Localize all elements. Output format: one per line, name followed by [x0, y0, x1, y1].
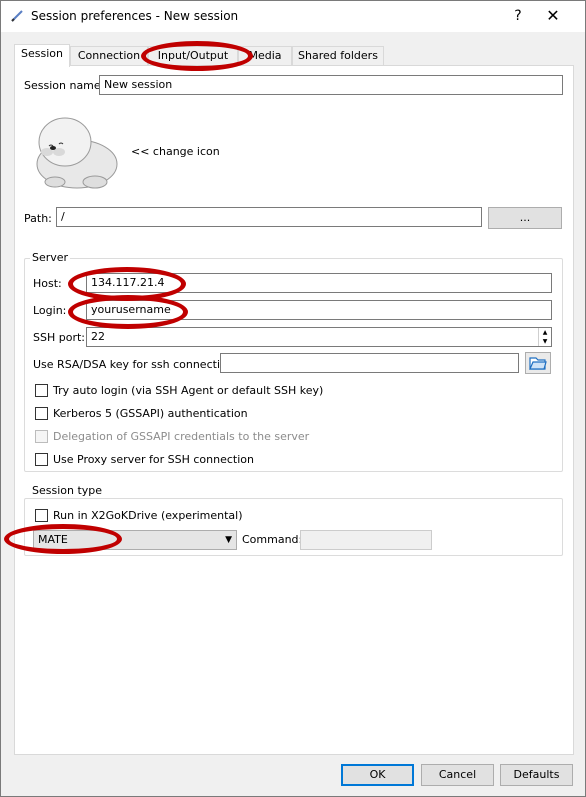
folder-open-icon — [529, 357, 547, 370]
title-bar: Session preferences - New session ? ✕ — [1, 1, 585, 32]
host-input[interactable]: 134.117.21.4 — [86, 273, 552, 293]
login-label: Login: — [33, 304, 67, 317]
command-input — [300, 530, 432, 550]
close-button[interactable]: ✕ — [541, 4, 565, 28]
open-key-button[interactable] — [525, 352, 551, 374]
cancel-button[interactable]: Cancel — [421, 764, 494, 786]
proxy-checkbox[interactable] — [35, 453, 48, 466]
x2godrive-checkbox[interactable] — [35, 509, 48, 522]
tab-session[interactable]: Session — [14, 44, 70, 67]
path-input[interactable]: / — [56, 207, 482, 227]
ssh-port-value: 22 — [91, 330, 105, 343]
login-input[interactable]: yourusername — [86, 300, 552, 320]
session-type-select[interactable]: MATE ▼ — [33, 530, 237, 550]
browse-path-button[interactable]: ... — [488, 207, 562, 229]
auto-login-label: Try auto login (via SSH Agent or default… — [53, 384, 324, 397]
kerberos-label: Kerberos 5 (GSSAPI) authentication — [53, 407, 248, 420]
session-type-group-title: Session type — [30, 484, 105, 497]
session-name-label: Session name: — [24, 79, 105, 92]
host-label: Host: — [33, 277, 62, 290]
path-label: Path: — [24, 212, 52, 225]
tab-input-output[interactable]: Input/Output — [148, 46, 238, 66]
ssh-port-spinner[interactable]: ▲ ▼ — [538, 328, 551, 346]
proxy-label: Use Proxy server for SSH connection — [53, 453, 254, 466]
delegation-label: Delegation of GSSAPI credentials to the … — [53, 430, 310, 443]
spin-up-icon[interactable]: ▲ — [539, 328, 551, 337]
rsa-key-label: Use RSA/DSA key for ssh connection: — [33, 358, 238, 371]
kerberos-checkbox[interactable] — [35, 407, 48, 420]
pencil-icon — [11, 10, 23, 22]
rsa-key-input[interactable] — [220, 353, 519, 373]
tab-media[interactable]: Media — [238, 46, 292, 66]
tab-shared-folders[interactable]: Shared folders — [292, 46, 384, 66]
ssh-port-label: SSH port: — [33, 331, 85, 344]
defaults-button[interactable]: Defaults — [500, 764, 573, 786]
seal-icon[interactable] — [25, 108, 119, 192]
ssh-port-input[interactable]: 22 ▲ ▼ — [86, 327, 552, 347]
help-button[interactable]: ? — [506, 4, 530, 28]
chevron-down-icon: ▼ — [225, 535, 232, 545]
command-label: Command: — [242, 533, 303, 546]
x2godrive-label: Run in X2GoKDrive (experimental) — [53, 509, 243, 522]
ok-button[interactable]: OK — [341, 764, 414, 786]
server-group-title: Server — [30, 251, 71, 264]
window-title: Session preferences - New session — [31, 9, 239, 23]
delegation-checkbox — [35, 430, 48, 443]
session-preferences-window: Session preferences - New session ? ✕ Se… — [0, 0, 586, 797]
session-name-input[interactable]: New session — [99, 75, 563, 95]
tab-connection[interactable]: Connection — [70, 46, 148, 66]
session-tab-panel: Session name: New session << change icon… — [14, 65, 574, 755]
session-type-value: MATE — [38, 533, 68, 546]
change-icon-link[interactable]: << change icon — [131, 145, 220, 158]
spin-down-icon[interactable]: ▼ — [539, 337, 551, 346]
auto-login-checkbox[interactable] — [35, 384, 48, 397]
